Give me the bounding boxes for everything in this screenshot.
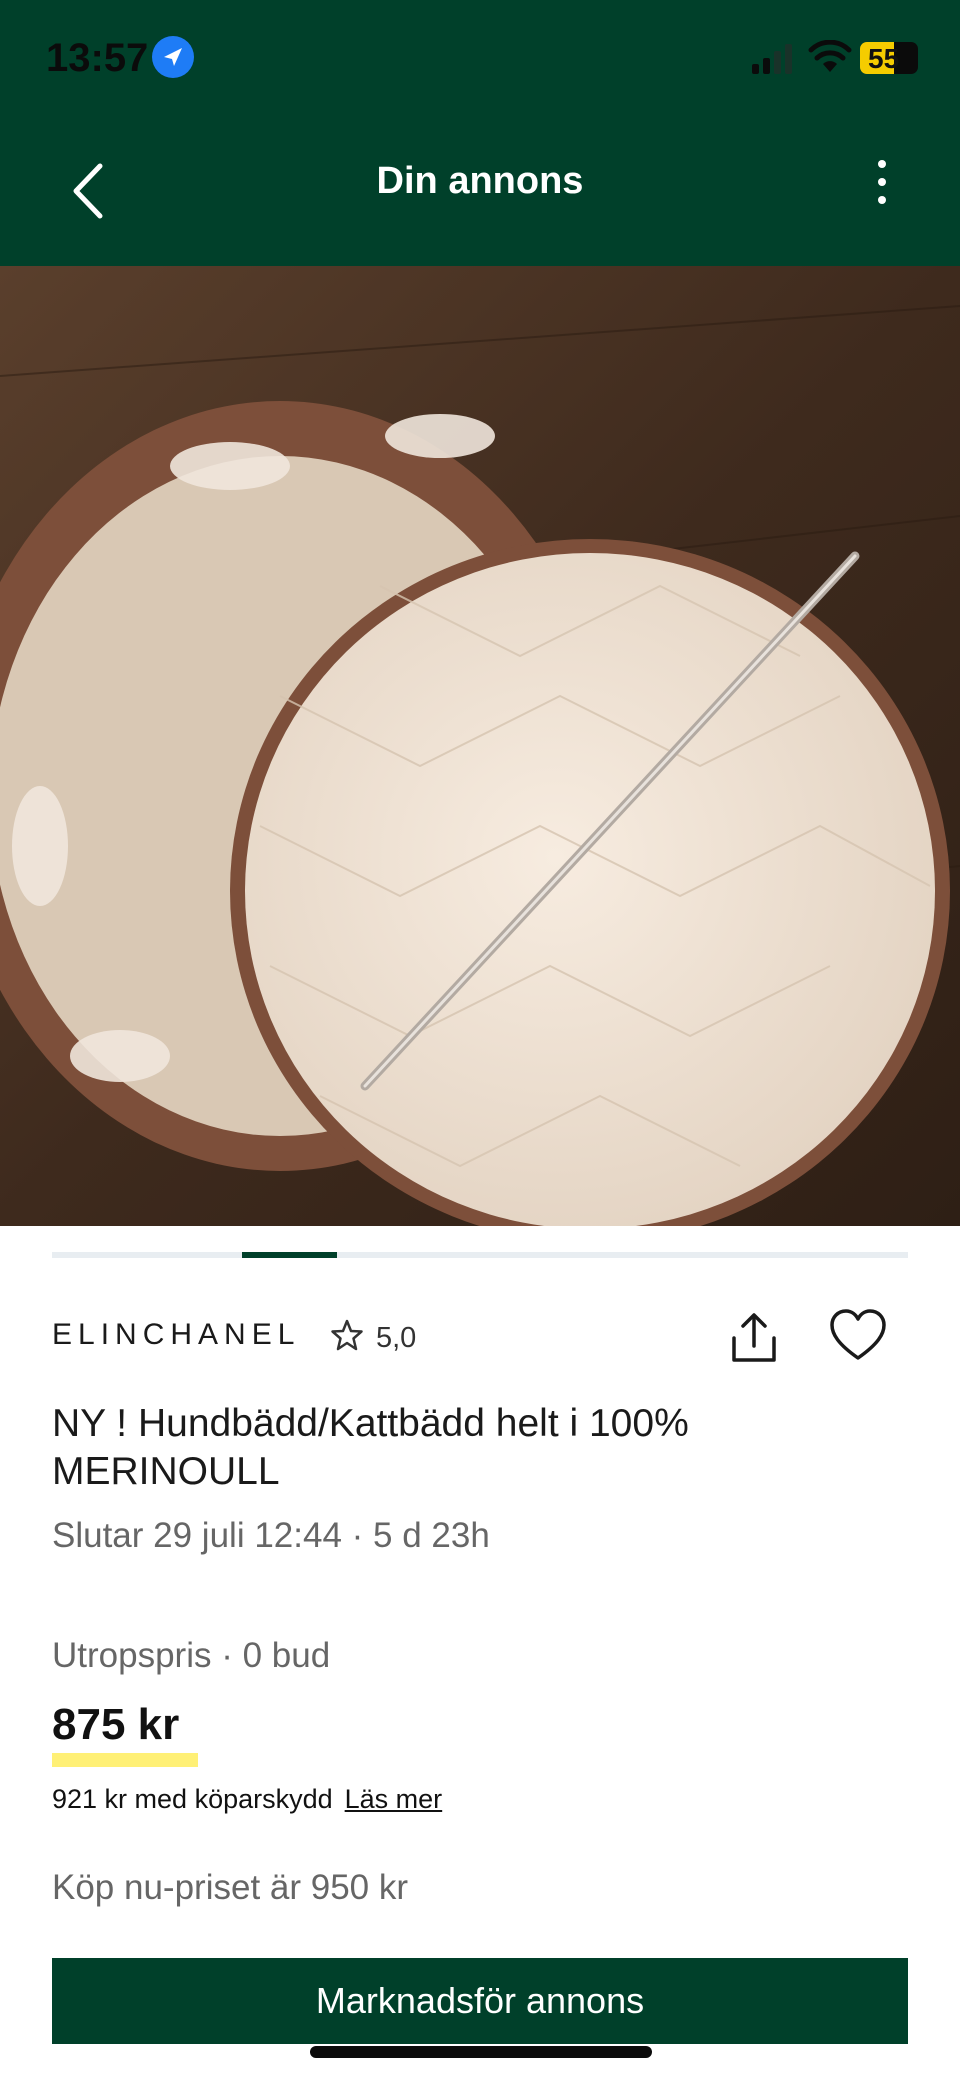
listing-photo[interactable] <box>0 266 960 1226</box>
battery-icon: 55 <box>860 42 920 74</box>
location-arrow-icon <box>152 36 194 78</box>
buy-now-price: Köp nu-priset är 950 kr <box>52 1868 409 1907</box>
app-header: 13:57 55 Din annons <box>0 0 960 266</box>
seller-rating: 5,0 <box>376 1322 417 1354</box>
share-button[interactable] <box>726 1310 782 1366</box>
carousel-active-segment <box>242 1252 337 1258</box>
battery-level: 55 <box>868 43 900 74</box>
star-icon <box>330 1318 364 1352</box>
favorite-button[interactable] <box>828 1308 888 1364</box>
more-vertical-icon <box>868 160 896 204</box>
buyer-protection-row: 921 kr med köparskydd Läs mer <box>52 1784 442 1815</box>
status-time: 13:57 <box>46 36 149 80</box>
auction-end-time: Slutar 29 juli 12:44 · 5 d 23h <box>52 1516 490 1555</box>
image-carousel-indicator <box>52 1252 908 1258</box>
share-icon <box>732 1313 776 1362</box>
read-more-link[interactable]: Läs mer <box>345 1784 443 1814</box>
listing-title: NY ! Hundbädd/Kattbädd helt i 100% MERIN… <box>52 1402 689 1493</box>
wifi-icon <box>808 39 852 74</box>
seller-name[interactable]: ELINCHANEL <box>52 1318 300 1352</box>
price-label: Utropspris · 0 bud <box>52 1636 331 1675</box>
heart-icon <box>830 1309 886 1360</box>
buyer-protection-text: 921 kr med köparskydd <box>52 1784 333 1814</box>
promote-listing-button[interactable]: Marknadsför annons <box>52 1958 908 2044</box>
home-indicator <box>310 2046 652 2058</box>
price: 875 kr <box>52 1700 180 1749</box>
price-highlight <box>52 1753 198 1767</box>
page-title: Din annons <box>376 160 584 202</box>
more-options-button[interactable] <box>868 160 896 208</box>
signal-icon <box>752 44 796 74</box>
